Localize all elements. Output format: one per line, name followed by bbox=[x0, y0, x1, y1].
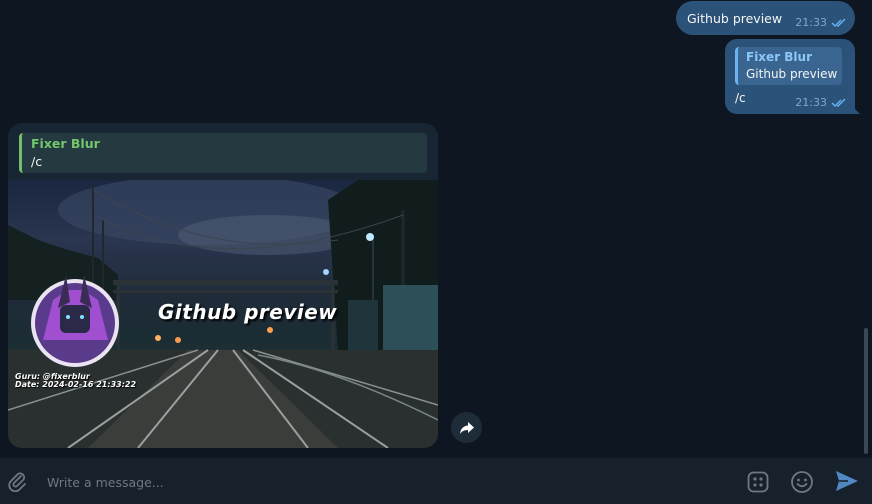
reply-text: Github preview bbox=[746, 67, 838, 81]
photo-overlay-title: Github preview bbox=[158, 300, 338, 324]
message-time: 21:33 bbox=[795, 16, 827, 29]
reply-author: Fixer Blur bbox=[31, 136, 100, 151]
chat-area: Github preview 21:33 Fixer Blur Github p… bbox=[0, 0, 872, 458]
scrollbar-thumb[interactable] bbox=[864, 328, 868, 454]
send-icon[interactable] bbox=[834, 469, 860, 497]
message-time: 21:33 bbox=[795, 96, 827, 109]
forward-arrow-icon bbox=[459, 421, 474, 434]
bubble-tail bbox=[851, 105, 860, 114]
double-check-icon bbox=[831, 18, 846, 27]
message-text: /c bbox=[735, 91, 746, 105]
outgoing-reply-message[interactable]: Fixer Blur Github preview /c 21:33 bbox=[725, 39, 855, 114]
incoming-photo-message[interactable]: Fixer Blur /c Github preview Guru: @fixe… bbox=[8, 123, 438, 448]
message-input[interactable] bbox=[45, 471, 649, 493]
paperclip-icon[interactable] bbox=[6, 470, 28, 496]
message-meta: 21:33 bbox=[795, 16, 847, 29]
message-text: Github preview bbox=[687, 11, 783, 26]
reply-quote[interactable]: Fixer Blur Github preview bbox=[735, 47, 842, 85]
double-check-icon bbox=[831, 98, 846, 107]
forward-button[interactable] bbox=[451, 412, 482, 443]
reply-text: /c bbox=[31, 154, 43, 169]
reply-quote[interactable]: Fixer Blur /c bbox=[19, 133, 427, 173]
emoji-icon[interactable] bbox=[790, 470, 814, 498]
reply-author: Fixer Blur bbox=[746, 50, 813, 64]
outgoing-message[interactable]: Github preview 21:33 bbox=[676, 1, 855, 35]
chat-scrollbar[interactable] bbox=[864, 0, 868, 458]
message-composer bbox=[0, 458, 872, 504]
message-photo[interactable]: Github preview Guru: @fixerblur Date: 20… bbox=[8, 180, 438, 448]
bot-commands-icon[interactable] bbox=[746, 470, 770, 498]
message-meta: 21:33 bbox=[795, 96, 847, 109]
photo-overlay-date: Date: 2024-02-16 21:33:22 bbox=[15, 380, 137, 389]
